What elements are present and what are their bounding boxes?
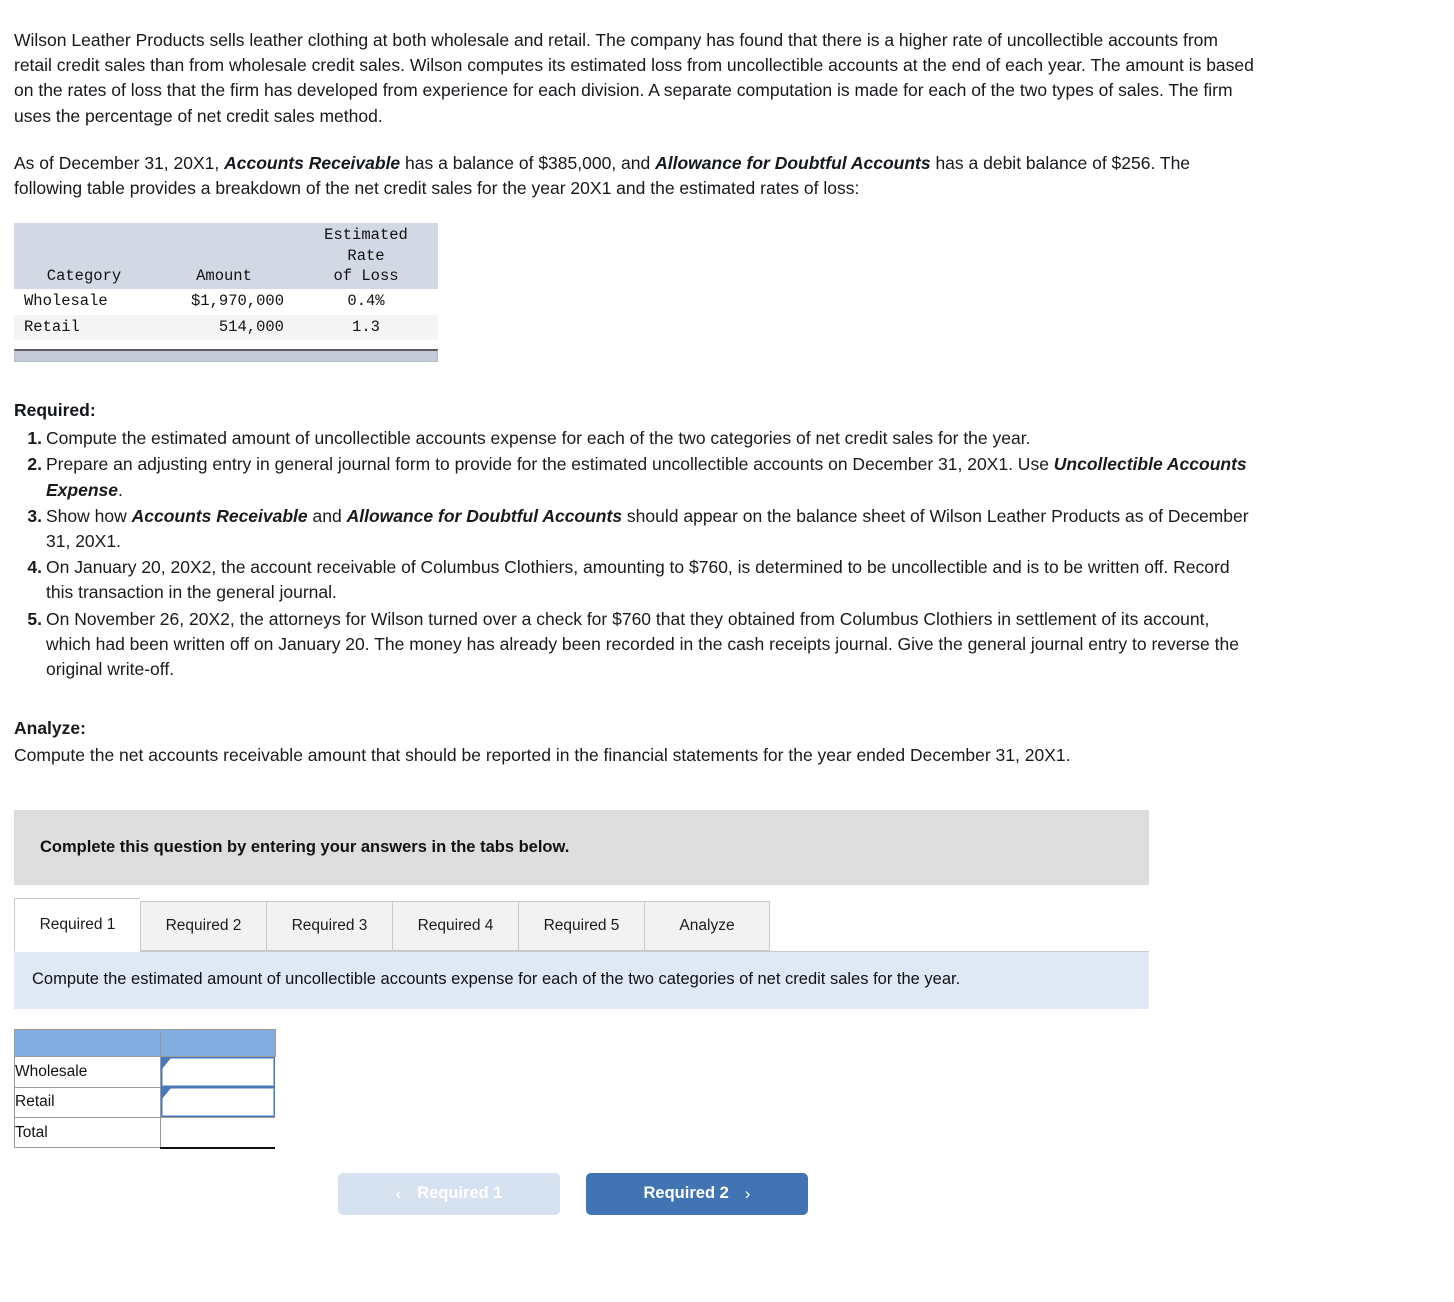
tab-required-2[interactable]: Required 2: [140, 901, 266, 952]
rate-header-line-2: of Loss: [333, 267, 399, 286]
row-amount-retail: 514,000: [154, 314, 294, 341]
chevron-left-icon: ‹: [395, 1183, 402, 1203]
required-item-2-pre: Prepare an adjusting entry in general jo…: [46, 454, 1054, 475]
prev-required-1-button[interactable]: ‹ Required 1: [338, 1172, 560, 1215]
answer-label-wholesale: Wholesale: [14, 1056, 161, 1088]
tab-required-1[interactable]: Required 1: [14, 898, 140, 953]
required-list: Compute the estimated amount of uncollec…: [14, 426, 1254, 682]
answer-header-row: [14, 1029, 276, 1058]
table-row: Retail: [14, 1086, 275, 1119]
answer-label-total: Total: [14, 1117, 161, 1149]
answer-total-value: [160, 1117, 275, 1149]
tab-required-5[interactable]: Required 5: [518, 901, 644, 952]
tab-instruction-panel: Compute the estimated amount of uncollec…: [14, 951, 1149, 1010]
required-item-1-text: Compute the estimated amount of uncollec…: [46, 428, 1031, 449]
analyze-heading: Analyze:: [14, 718, 86, 739]
required-heading: Required:: [14, 400, 96, 421]
data-header-category: Category: [14, 223, 154, 290]
tab-required-3[interactable]: Required 3: [266, 901, 392, 952]
tab-bar: Required 1 Required 2 Required 3 Require…: [14, 897, 1454, 953]
required-item-1: Compute the estimated amount of uncollec…: [20, 426, 1254, 451]
analyze-text: Compute the net accounts receivable amou…: [14, 744, 1071, 765]
question-page: Wilson Leather Products sells leather cl…: [0, 0, 1454, 1215]
row-category-wholesale: Wholesale: [14, 289, 154, 315]
intro-p2-part2: has a balance of $385,000, and: [400, 152, 656, 173]
row-category-retail: Retail: [14, 314, 154, 341]
data-header-amount: Amount: [154, 223, 294, 290]
intro-paragraph-2: As of December 31, 20X1, Accounts Receiv…: [0, 151, 1454, 201]
data-header-rate-of-loss: Estimated Rate of Loss: [294, 223, 438, 290]
rate-header-line-1: Estimated Rate: [324, 226, 408, 265]
answer-input-table: Wholesale Retail Total: [14, 1029, 276, 1149]
required-item-5-text: On November 26, 20X2, the attorneys for …: [46, 608, 1239, 679]
net-credit-sales-table-wrapper: Category Amount Estimated Rate of Loss Wh…: [14, 223, 438, 341]
term-allowance-doubtful-accounts: Allowance for Doubtful Accounts: [655, 152, 931, 173]
row-amount-wholesale: $1,970,000: [154, 289, 294, 315]
answer-input-cell-wholesale: [160, 1056, 275, 1088]
required-item-5: On November 26, 20X2, the attorneys for …: [20, 607, 1254, 683]
answer-input-cell-retail: [160, 1087, 275, 1118]
table-row: Retail 514,000 1.3: [14, 314, 438, 341]
answer-header-col-1: [14, 1029, 161, 1058]
required-item-3-pre: Show how: [46, 505, 132, 526]
answer-header-col-2: [160, 1029, 276, 1058]
required-item-2-post: .: [117, 479, 123, 500]
data-table-header-row: Category Amount Estimated Rate of Loss: [14, 223, 438, 290]
data-table-horizontal-scrollbar[interactable]: [14, 349, 438, 363]
row-rate-wholesale: 0.4%: [294, 289, 438, 315]
table-row: Wholesale $1,970,000 0.4%: [14, 289, 438, 315]
term-allowance-doubtful-accounts-2: Allowance for Doubtful Accounts: [346, 505, 623, 526]
required-item-3-mid: and: [307, 505, 347, 526]
net-credit-sales-table: Category Amount Estimated Rate of Loss Wh…: [14, 223, 438, 341]
table-row: Wholesale: [14, 1056, 275, 1088]
intro-p2-part1: As of December 31, 20X1,: [14, 152, 225, 173]
answer-input-retail[interactable]: [161, 1087, 275, 1118]
required-item-2: Prepare an adjusting entry in general jo…: [20, 452, 1254, 502]
next-required-2-button[interactable]: Required 2 ›: [586, 1172, 808, 1215]
chevron-right-icon: ›: [744, 1183, 751, 1203]
answer-label-retail: Retail: [14, 1086, 161, 1119]
answer-input-wholesale[interactable]: [161, 1057, 275, 1088]
banner-text: Complete this question by entering your …: [40, 837, 570, 856]
next-button-label: Required 2: [643, 1184, 729, 1203]
answer-widget: Complete this question by entering your …: [0, 810, 1454, 1215]
tab-required-4[interactable]: Required 4: [392, 901, 518, 952]
table-row: Total: [14, 1117, 275, 1149]
required-item-3: Show how Accounts Receivable and Allowan…: [20, 504, 1254, 554]
complete-question-banner: Complete this question by entering your …: [14, 810, 1149, 886]
row-rate-retail: 1.3: [294, 314, 438, 341]
required-item-4-text: On January 20, 20X2, the account receiva…: [46, 557, 1230, 603]
navigation-buttons: ‹ Required 1 Required 2 ›: [0, 1172, 1454, 1215]
prev-button-label: Required 1: [417, 1184, 503, 1203]
term-accounts-receivable: Accounts Receivable: [224, 152, 401, 173]
term-accounts-receivable-2: Accounts Receivable: [131, 505, 308, 526]
required-item-4: On January 20, 20X2, the account receiva…: [20, 555, 1254, 605]
intro-paragraph-1: Wilson Leather Products sells leather cl…: [14, 30, 1254, 126]
tab-analyze[interactable]: Analyze: [644, 901, 770, 952]
